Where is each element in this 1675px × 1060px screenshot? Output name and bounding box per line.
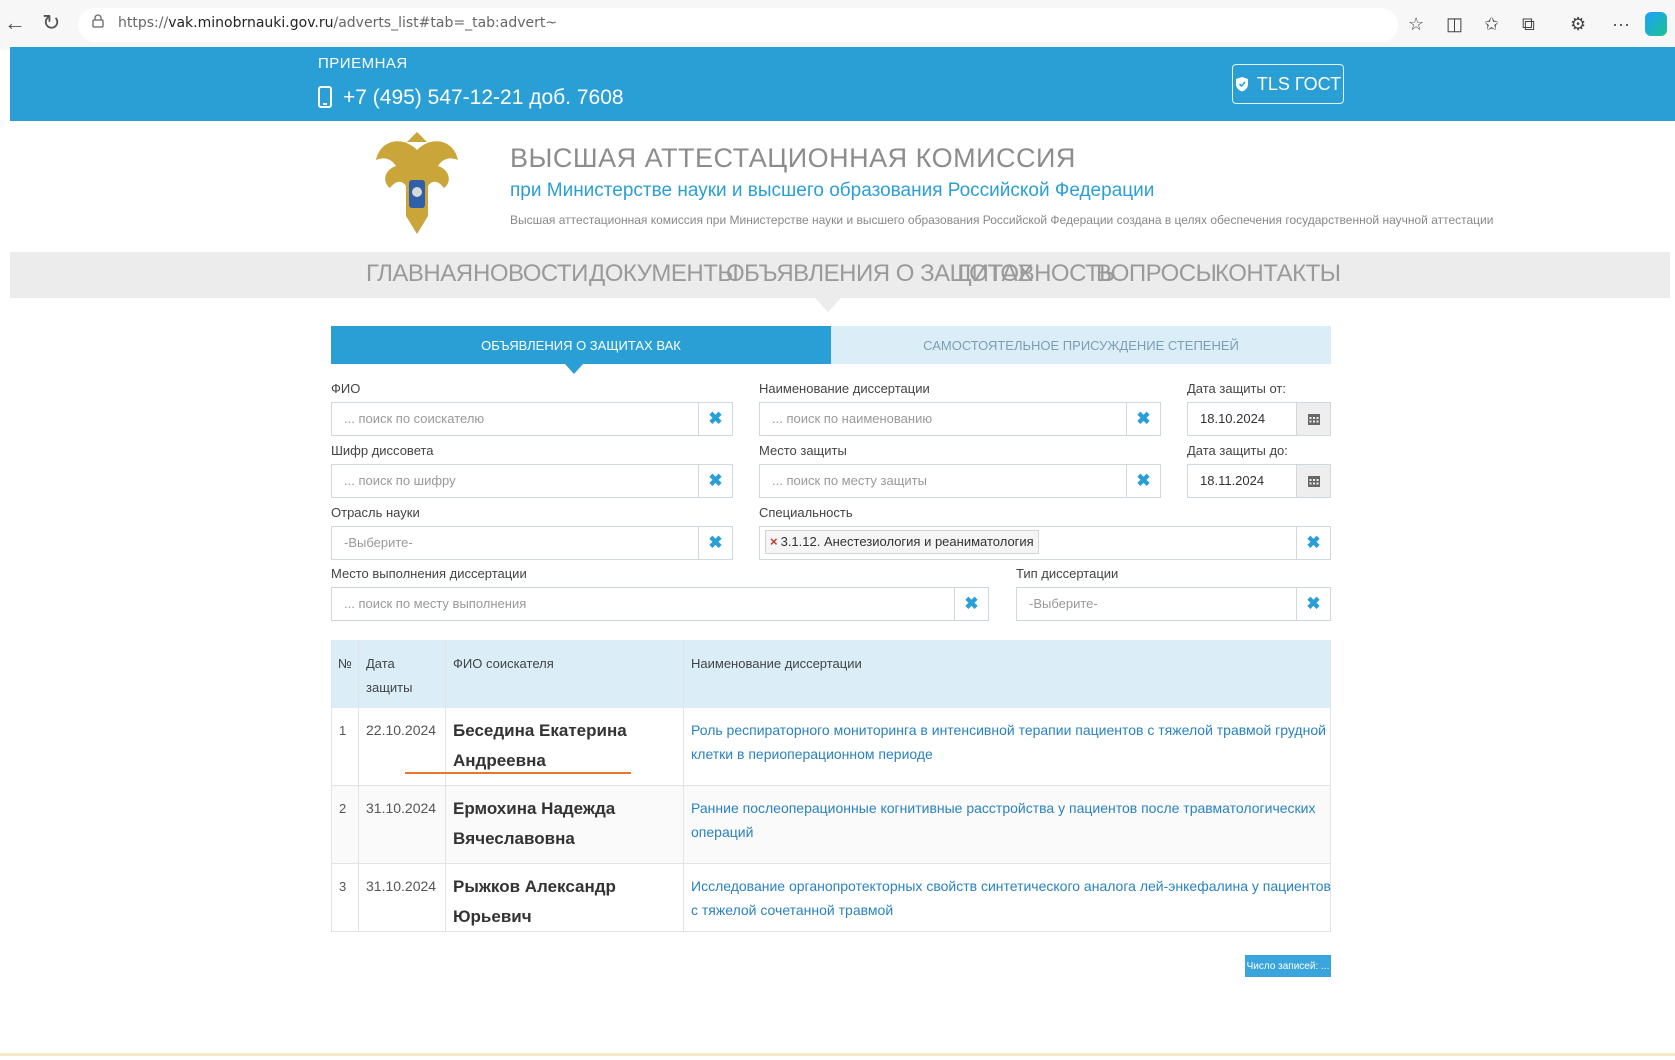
copilot-icon[interactable] [1645,12,1667,36]
cell-dissertation-title-link[interactable]: Роль респираторного мониторинга в интенс… [691,718,1341,766]
shield-icon [1235,77,1248,92]
specialty-tag-label: 3.1.12. Анестезиология и реаниматология [780,534,1034,549]
column-header-title: Наименование диссертации [691,656,862,671]
column-divider [445,640,446,932]
date-from-input[interactable]: 18.10.2024 [1187,402,1297,436]
active-tab-indicator [565,364,583,374]
nav-item-readiness[interactable]: ГОТОВНОСТЬ [958,260,1115,288]
nav-item-contacts[interactable]: КОНТАКТЫ [1215,260,1341,288]
cell-date: 31.10.2024 [366,800,437,816]
bottom-edge-strip [0,1053,1675,1056]
council-code-label: Шифр диссовета [331,443,434,458]
nav-item-home[interactable]: ГЛАВНАЯ [366,260,473,288]
nav-item-documents[interactable]: ДОКУМЕНТЫ [589,260,739,288]
site-top-bar [10,47,1675,121]
star-icon[interactable]: ☆ [1408,14,1424,35]
cell-date: 22.10.2024 [366,722,437,738]
active-nav-indicator [815,298,841,312]
org-description: Высшая аттестационная комиссия при Минис… [510,213,1494,227]
science-branch-label: Отрасль науки [331,505,420,520]
fio-clear-icon[interactable]: ✖ [699,402,733,436]
column-header-number: № [338,656,352,671]
date-to-calendar-button[interactable] [1297,464,1331,498]
cell-fio[interactable]: Рыжков Александр Юрьевич [453,872,683,932]
column-divider [683,640,684,932]
date-to-input[interactable]: 18.11.2024 [1187,464,1297,498]
collections-icon[interactable]: ⧉ [1522,14,1535,35]
dissertation-type-clear-icon[interactable]: ✖ [1297,587,1331,621]
column-divider [358,640,359,932]
column-header-date: Дата защиты [366,656,413,695]
table-border-left [331,640,332,932]
defense-place-label: Место защиты [759,443,847,458]
reload-icon[interactable]: ↻ [42,10,60,36]
split-screen-icon[interactable]: ◫ [1446,14,1463,35]
execution-place-label: Место выполнения диссертации [331,566,527,581]
extensions-icon[interactable]: ⚙ [1570,14,1586,35]
council-code-clear-icon[interactable]: ✖ [699,464,733,498]
nav-item-questions[interactable]: ВОПРОСЫ [1096,260,1217,288]
fio-label: ФИО [331,381,361,396]
org-title: ВЫСШАЯ АТТЕСТАЦИОННАЯ КОМИССИЯ [510,143,1076,173]
execution-place-clear-icon[interactable]: ✖ [955,587,989,621]
cell-fio[interactable]: Ермохина Надежда Вячеславовна [453,794,673,854]
favorites-icon[interactable]: ✩ [1484,14,1499,35]
nav-item-news[interactable]: НОВОСТИ [473,260,588,288]
dissertation-title-clear-icon[interactable]: ✖ [1127,402,1161,436]
cell-number: 2 [339,801,347,816]
science-branch-select[interactable]: -Выберите- [331,526,699,560]
specialty-tag[interactable]: × 3.1.12. Анестезиология и реаниматология [765,530,1039,554]
dissertation-title-input[interactable]: ... поиск по наименованию [759,402,1127,436]
date-from-calendar-button[interactable] [1297,402,1331,436]
calendar-icon [1307,476,1320,487]
council-code-input[interactable]: ... поиск по шифру [331,464,699,498]
science-branch-clear-icon[interactable]: ✖ [699,526,733,560]
tls-gost-button[interactable]: TLS ГОСТ [1232,64,1344,104]
defense-place-clear-icon[interactable]: ✖ [1127,464,1161,498]
dissertation-type-select[interactable]: -Выберите- [1016,587,1297,621]
specialty-label: Специальность [759,505,853,520]
defense-place-input[interactable]: ... поиск по месту защиты [759,464,1127,498]
dissertation-type-label: Тип диссертации [1016,566,1119,581]
phone-number[interactable]: +7 (495) 547-12-21 доб. 7608 [343,86,624,110]
org-subtitle: при Министерстве науки и высшего образов… [510,180,1155,201]
reception-label: ПРИЕМНАЯ [318,55,408,72]
records-count-button[interactable]: Число записей: ... [1245,955,1331,977]
calendar-icon [1307,414,1320,425]
specialty-clear-icon[interactable]: ✖ [1297,526,1331,560]
url-text[interactable]: https://vak.minobrnauki.gov.ru/adverts_l… [118,15,557,31]
cell-number: 1 [339,723,347,738]
execution-place-input[interactable]: ... поиск по месту выполнения [331,587,955,621]
tls-gost-label: TLS ГОСТ [1256,73,1342,94]
name-underline-annotation [405,772,631,774]
dissertation-title-label: Наименование диссертации [759,381,930,396]
cell-fio[interactable]: Беседина Екатерина Андреевна [453,716,673,776]
column-header-fio: ФИО соискателя [453,656,554,671]
more-menu-icon[interactable]: ··· [1612,14,1630,35]
fio-input[interactable]: ... поиск по соискателю [331,402,699,436]
back-arrow-icon[interactable]: ← [4,10,26,36]
coat-of-arms-emblem[interactable] [372,130,462,242]
lock-icon[interactable] [92,14,104,28]
phone-icon [318,86,332,108]
cell-dissertation-title-link[interactable]: Исследование органопротекторных свойств … [691,874,1341,922]
cell-dissertation-title-link[interactable]: Ранние послеоперационные когнитивные рас… [691,796,1341,844]
cell-date: 31.10.2024 [366,878,437,894]
specialty-tag-remove-icon[interactable]: × [770,534,778,549]
tab-self-awarding[interactable]: САМОСТОЯТЕЛЬНОЕ ПРИСУЖДЕНИЕ СТЕПЕНЕЙ [831,326,1331,364]
tab-vak-announcements[interactable]: ОБЪЯВЛЕНИЯ О ЗАЩИТАХ ВАК [331,326,831,364]
cell-number: 3 [339,879,347,894]
date-from-label: Дата защиты от: [1187,381,1286,396]
date-to-label: Дата защиты до: [1187,443,1288,458]
